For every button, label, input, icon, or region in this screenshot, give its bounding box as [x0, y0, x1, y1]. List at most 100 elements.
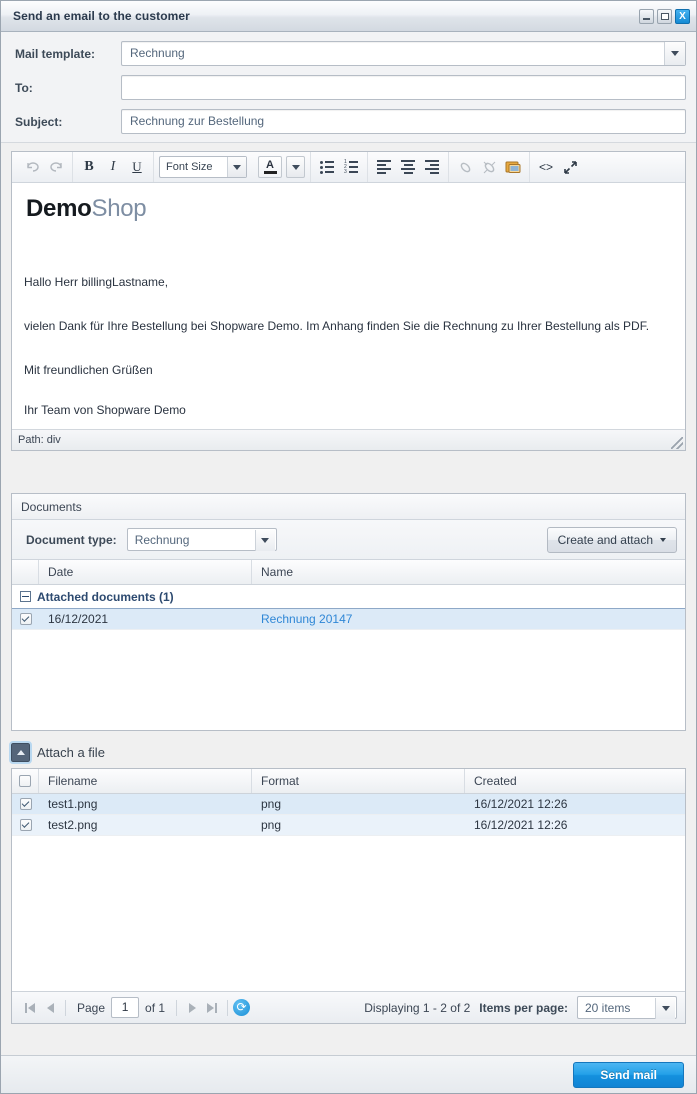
- image-icon[interactable]: [502, 157, 524, 178]
- documents-col-date[interactable]: Date: [39, 560, 252, 584]
- collapse-icon[interactable]: [20, 591, 31, 602]
- font-size-select[interactable]: Font Size: [159, 156, 247, 178]
- create-and-attach-label: Create and attach: [557, 532, 653, 547]
- checkbox-icon[interactable]: [19, 613, 32, 625]
- row-checkbox-cell[interactable]: [12, 609, 39, 629]
- items-per-page-select[interactable]: 20 items: [577, 996, 677, 1019]
- last-page-button[interactable]: [202, 997, 222, 1019]
- checkbox-icon[interactable]: [19, 775, 31, 787]
- document-name-link[interactable]: Rechnung 20147: [252, 609, 685, 629]
- mail-template-input[interactable]: Rechnung: [121, 41, 686, 66]
- subject-input[interactable]: Rechnung zur Bestellung: [121, 109, 686, 134]
- create-and-attach-button[interactable]: Create and attach: [546, 526, 677, 553]
- undo-icon[interactable]: [21, 157, 43, 178]
- editor-content[interactable]: DemoShop Hallo Herr billingLastname, vie…: [12, 183, 685, 429]
- documents-select-all-header: [12, 560, 39, 584]
- text-color-dropdown-button[interactable]: [286, 156, 305, 178]
- mail-line-3: Mit freundlichen Grüßen: [24, 363, 153, 377]
- window-titlebar: Send an email to the customer X: [1, 1, 696, 32]
- align-left-icon[interactable]: [373, 157, 395, 178]
- underline-label: U: [132, 159, 142, 174]
- chevron-down-icon: [233, 164, 241, 170]
- minimize-button[interactable]: [639, 8, 654, 24]
- first-page-button[interactable]: [20, 997, 40, 1019]
- window-title: Send an email to the customer: [13, 9, 190, 23]
- fullscreen-icon[interactable]: [559, 157, 581, 178]
- next-page-button[interactable]: [182, 997, 202, 1019]
- source-code-icon[interactable]: <>: [535, 157, 557, 178]
- row-checkbox-cell[interactable]: [12, 794, 39, 814]
- maximize-button[interactable]: [657, 8, 672, 24]
- italic-button[interactable]: I: [102, 157, 124, 178]
- font-size-value: Font Size: [166, 161, 213, 173]
- mail-line-2: vielen Dank für Ihre Bestellung bei Shop…: [24, 319, 650, 333]
- attachment-format: png: [261, 797, 282, 811]
- bold-label: B: [84, 159, 94, 174]
- attachments-grid-header: Filename Format Created: [12, 769, 685, 794]
- attach-file-label[interactable]: Attach a file: [37, 745, 105, 760]
- chevron-down-icon: [671, 51, 679, 56]
- checkbox-icon[interactable]: [19, 819, 32, 831]
- resize-grip-icon[interactable]: [671, 437, 683, 449]
- editor-path: Path: div: [18, 434, 61, 446]
- documents-panel: Documents Document type: Rechnung Create…: [11, 493, 686, 731]
- bold-button[interactable]: B: [78, 157, 100, 178]
- attachments-col-format[interactable]: Format: [252, 769, 465, 793]
- align-right-icon[interactable]: [421, 157, 443, 178]
- to-input[interactable]: [121, 75, 686, 100]
- to-field-wrap: [121, 75, 686, 100]
- logo-part-demo: Demo: [26, 195, 92, 222]
- mail-template-label: Mail template:: [15, 46, 96, 61]
- mail-template-row: Mail template: Rechnung: [11, 41, 686, 66]
- chevron-down-icon: [291, 164, 300, 170]
- document-type-select[interactable]: Rechnung: [126, 528, 277, 551]
- table-row[interactable]: test2.png png 16/12/2021 12:26: [12, 815, 685, 836]
- minimize-icon: [643, 17, 650, 20]
- row-checkbox-cell[interactable]: [12, 815, 39, 835]
- text-color-button[interactable]: A: [258, 156, 282, 178]
- refresh-icon[interactable]: ⟳: [233, 999, 251, 1016]
- document-type-value: Rechnung: [134, 532, 190, 547]
- mail-line-4: Ihr Team von Shopware Demo: [24, 403, 186, 417]
- subject-label: Subject:: [15, 114, 63, 129]
- displaying-label: Displaying 1 - 2 of 2: [364, 1000, 471, 1015]
- attach-file-button[interactable]: [9, 741, 32, 764]
- checkbox-icon[interactable]: [19, 798, 32, 810]
- mail-template-combo[interactable]: Rechnung: [121, 41, 686, 66]
- document-type-dropdown-button[interactable]: [254, 530, 275, 551]
- table-row[interactable]: test1.png png 16/12/2021 12:26: [12, 794, 685, 815]
- attachments-col-created[interactable]: Created: [465, 769, 685, 793]
- documents-grid-empty-space: [12, 630, 685, 730]
- align-group: [368, 152, 449, 182]
- editor-status-bar: Path: div: [12, 429, 685, 450]
- previous-page-button[interactable]: [40, 997, 60, 1019]
- attach-file-row: Attach a file: [9, 741, 686, 764]
- mail-template-dropdown-button[interactable]: [664, 42, 685, 65]
- close-button[interactable]: X: [675, 8, 690, 24]
- table-row[interactable]: 16/12/2021 Rechnung 20147: [12, 609, 685, 630]
- link-icon[interactable]: [454, 157, 476, 178]
- attachments-grid-body: test1.png png 16/12/2021 12:26 test2.png…: [12, 794, 685, 991]
- align-center-icon[interactable]: [397, 157, 419, 178]
- upload-arrow-icon: [16, 750, 25, 755]
- font-size-dropdown-button[interactable]: [227, 157, 246, 177]
- redo-icon[interactable]: [45, 157, 67, 178]
- insert-group: [449, 152, 530, 182]
- logo-part-shop: Shop: [91, 195, 147, 222]
- document-date: 16/12/2021: [48, 612, 109, 626]
- items-per-page-dropdown-button[interactable]: [655, 998, 675, 1019]
- send-mail-button[interactable]: Send mail: [573, 1061, 684, 1088]
- page-number-input[interactable]: 1: [111, 997, 140, 1018]
- attachments-col-filename[interactable]: Filename: [39, 769, 252, 793]
- documents-group-header[interactable]: Attached documents (1): [12, 585, 685, 609]
- documents-grid-header: Date Name: [12, 560, 685, 585]
- attachments-select-all-header[interactable]: [12, 769, 39, 793]
- pagination-right: Displaying 1 - 2 of 2 Items per page: 20…: [364, 996, 677, 1019]
- bullet-list-icon[interactable]: [316, 157, 338, 178]
- numbered-list-icon[interactable]: 1 2 3: [340, 157, 362, 178]
- unlink-icon[interactable]: [478, 157, 500, 178]
- email-dialog-window: Send an email to the customer X Mail tem…: [0, 0, 697, 1094]
- documents-col-name[interactable]: Name: [252, 560, 685, 584]
- underline-button[interactable]: U: [126, 157, 148, 178]
- maximize-icon: [660, 12, 669, 20]
